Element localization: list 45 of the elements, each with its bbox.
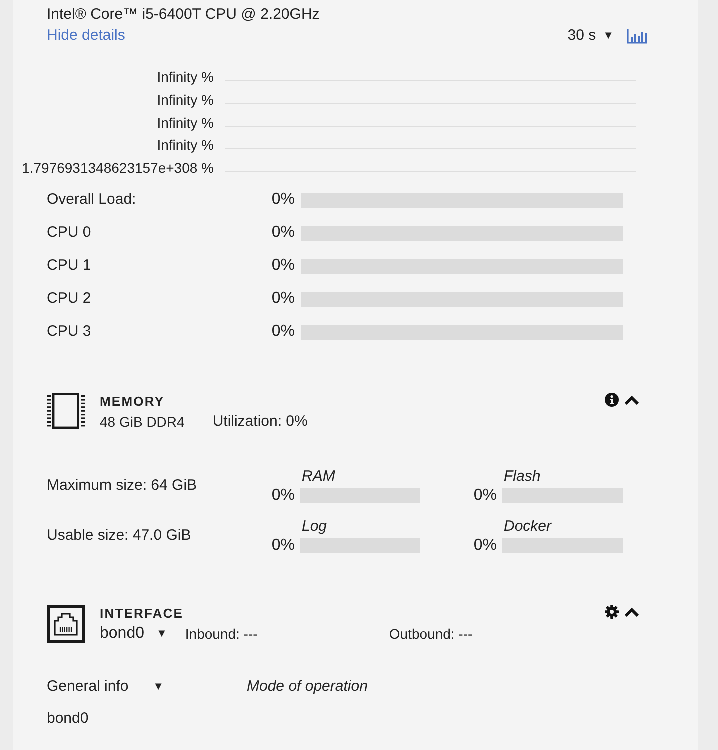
- meter-percent: 0%: [272, 486, 295, 505]
- memory-size-label: Maximum size: 64 GiB: [47, 476, 198, 496]
- axis-tick-label: Infinity %: [157, 68, 214, 87]
- inbound-rate: Inbound: ---: [185, 624, 259, 644]
- chevron-up-icon[interactable]: [625, 606, 639, 618]
- meter-percent: 0%: [474, 536, 497, 555]
- outbound-rate: Outbound: ---: [389, 624, 473, 644]
- view-dropdown[interactable]: General info ▼: [47, 676, 164, 697]
- hide-details-link[interactable]: Hide details: [47, 26, 126, 46]
- chevron-up-icon[interactable]: [625, 394, 639, 406]
- memory-summary: 48 GiB DDR4: [100, 412, 185, 432]
- meter-label: RAM: [301, 466, 336, 487]
- memory-utilization: Utilization: 0%: [212, 412, 308, 432]
- section-title: MEMORY: [100, 392, 165, 411]
- info-icon[interactable]: [605, 392, 619, 407]
- memory-size-label: Usable size: 47.0 GiB: [47, 526, 192, 546]
- load-percent: 0%: [272, 224, 295, 242]
- memory-chip-icon: [47, 392, 85, 429]
- meter-percent: 0%: [272, 536, 295, 555]
- interface-dropdown[interactable]: bond0 ▼: [100, 624, 168, 644]
- interval-dropdown[interactable]: 30 s ▼: [568, 26, 614, 46]
- interface-name: bond0: [47, 708, 89, 729]
- axis-tick-label: Infinity %: [157, 90, 214, 110]
- section-title: INTERFACE: [100, 604, 184, 623]
- meter-percent: 0%: [474, 486, 497, 505]
- cpu-load-label: CPU 0: [47, 223, 92, 244]
- meter-label: Docker: [503, 516, 552, 537]
- network-port-icon: [47, 604, 85, 643]
- cpu-load-label: CPU 3: [47, 322, 92, 342]
- cpu-model-name: Intel® Core™ i5-6400T CPU @ 2.20GHz: [47, 5, 320, 25]
- column-heading: Mode of operation: [247, 676, 368, 697]
- cpu-load-label: CPU 2: [47, 289, 92, 310]
- cpu-load-label: Overall Load:: [47, 190, 136, 210]
- load-percent: 0%: [272, 323, 295, 342]
- load-percent: 0%: [272, 191, 295, 210]
- load-percent: 0%: [272, 290, 295, 308]
- bar-chart-icon[interactable]: [627, 28, 647, 44]
- axis-tick-label: 1.7976931348623157e+308 %: [22, 159, 214, 178]
- settings-icon[interactable]: [605, 604, 619, 619]
- meter-label: Log: [301, 516, 328, 537]
- axis-tick-label: Infinity %: [157, 136, 214, 156]
- cpu-load-label: CPU 1: [47, 256, 92, 276]
- load-percent: 0%: [272, 257, 295, 276]
- meter-label: Flash: [503, 466, 541, 487]
- axis-tick-label: Infinity %: [157, 114, 214, 133]
